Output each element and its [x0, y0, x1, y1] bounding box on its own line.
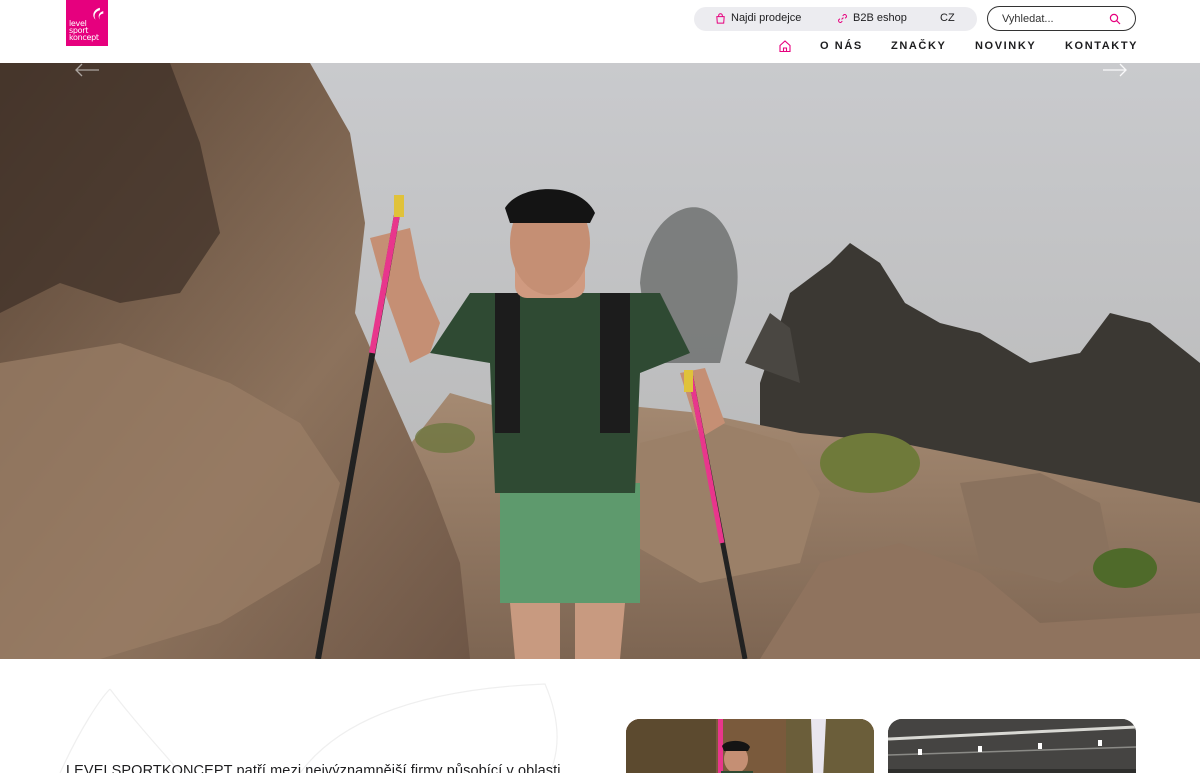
news-card[interactable]	[626, 719, 874, 773]
intro-text: LEVELSPORTKONCEPT patří mezi nejvýznamně…	[66, 763, 561, 773]
b2b-eshop-label: B2B eshop	[853, 12, 907, 24]
find-dealers-link[interactable]: Najdi prodejce	[715, 12, 801, 24]
site-header: level sport koncept Najdi prodejce B2B e…	[0, 0, 1200, 63]
logo-swirl-icon	[93, 7, 104, 20]
nav-item-kontakty[interactable]: KONTAKTY	[1065, 40, 1138, 52]
search-icon[interactable]	[1109, 13, 1121, 25]
logo[interactable]: level sport koncept	[66, 0, 108, 46]
b2b-eshop-link[interactable]: B2B eshop	[837, 12, 907, 24]
home-icon[interactable]	[778, 39, 792, 53]
decorative-lines	[59, 683, 558, 773]
nav-item-znacky[interactable]: ZNAČKY	[891, 40, 946, 52]
bag-icon	[716, 12, 725, 24]
news-card-image	[888, 719, 1136, 773]
search-box	[987, 6, 1136, 31]
arrow-right-icon[interactable]	[1102, 63, 1128, 77]
arrow-left-icon[interactable]	[74, 63, 100, 77]
logo-text-line3: koncept	[69, 33, 99, 42]
search-input[interactable]	[1002, 11, 1107, 26]
language-switch[interactable]: CZ	[940, 12, 955, 24]
nav-item-novinky[interactable]: NOVINKY	[975, 40, 1036, 52]
news-card-image	[626, 719, 874, 773]
find-dealers-label: Najdi prodejce	[731, 12, 802, 24]
utility-bar: Najdi prodejce B2B eshop CZ	[694, 7, 977, 31]
intro-section: LEVELSPORTKONCEPT patří mezi nejvýznamně…	[0, 659, 1200, 773]
link-icon	[838, 13, 847, 23]
hero-image	[0, 63, 1200, 659]
hero-slider	[0, 63, 1200, 659]
news-card[interactable]	[888, 719, 1136, 773]
nav-item-o-nas[interactable]: O NÁS	[820, 40, 863, 52]
